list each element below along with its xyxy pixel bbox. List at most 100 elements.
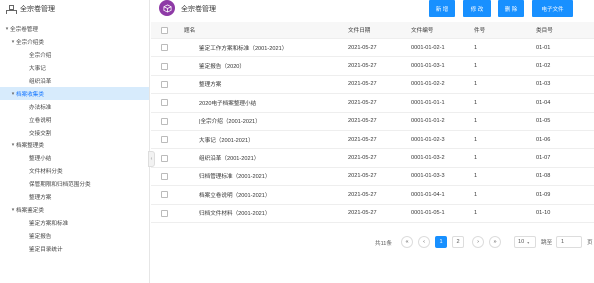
- tree-item-label: 组织沿革: [29, 79, 52, 85]
- row-checkbox[interactable]: [161, 136, 168, 144]
- cell-category-number: 01-08: [536, 173, 551, 180]
- tree-item[interactable]: 大事记: [0, 62, 149, 75]
- next-page-button[interactable]: ›: [472, 236, 484, 248]
- cell-file-number: 0001-01-02-3: [411, 136, 445, 143]
- tree-item-label: 整理小结: [29, 156, 52, 163]
- delete-button[interactable]: 删 除: [498, 0, 524, 17]
- tree-item-label: 交接交割: [29, 130, 52, 137]
- table-header: 题名 文件日期 文件编号 件号 类目号: [151, 22, 594, 39]
- tree-item[interactable]: 鉴定方案和标准: [0, 216, 149, 229]
- cell-item-number: 1: [474, 173, 478, 180]
- cell-item-number: 1: [474, 44, 478, 51]
- cell-date: 2021-05-27: [348, 118, 377, 125]
- cell-file-number: 0001-01-02-1: [411, 44, 445, 51]
- tree-item-label: 整理方案: [29, 195, 52, 202]
- page-1-button[interactable]: 1: [435, 236, 447, 248]
- tree-item-label: 鉴定报告: [29, 233, 52, 240]
- row-checkbox[interactable]: [161, 117, 168, 125]
- cell-file-number: 0001-01-03-3: [411, 173, 445, 180]
- table-row[interactable]: 归档文件材料（2001-2021） 2021-05-27 0001-01-05-1 1…: [151, 205, 594, 223]
- cell-file-number: 0001-01-02-2: [411, 81, 445, 88]
- tree-item[interactable]: 办法标准: [0, 100, 149, 113]
- row-checkbox[interactable]: [161, 191, 168, 199]
- row-checkbox[interactable]: [161, 172, 168, 180]
- cell-category-number: 01-10: [536, 210, 551, 217]
- row-checkbox[interactable]: [161, 209, 168, 217]
- row-checkbox[interactable]: [161, 62, 168, 70]
- chevron-down-icon: ▾: [527, 239, 530, 245]
- tree-item[interactable]: 组织沿革: [0, 75, 149, 88]
- tree-item[interactable]: 立卷说明: [0, 113, 149, 126]
- tree-item[interactable]: 鉴定目录统计: [0, 242, 149, 255]
- tree-item[interactable]: ▾ 档案整理类: [0, 139, 149, 152]
- cell-file-number: 0001-01-01-2: [411, 118, 445, 125]
- cell-item-number: 1: [474, 210, 478, 217]
- cell-date: 2021-05-27: [348, 173, 377, 180]
- cell-file-number: 0001-01-04-1: [411, 191, 445, 198]
- tree-item[interactable]: 鉴定报告: [0, 229, 149, 242]
- tree-item-label: 保管期限和归档范围分类: [29, 182, 91, 189]
- cell-date: 2021-05-27: [348, 136, 377, 143]
- tree-item[interactable]: 保管期限和归档范围分类: [0, 178, 149, 191]
- first-page-button[interactable]: «: [401, 236, 413, 248]
- tree-item[interactable]: ▾ 全宗卷管理: [0, 23, 149, 36]
- last-page-button[interactable]: »: [489, 236, 501, 248]
- cell-date: 2021-05-27: [348, 44, 377, 51]
- row-checkbox[interactable]: [161, 80, 168, 88]
- tree-item[interactable]: 文件材料分类: [0, 165, 149, 178]
- goto-page-input[interactable]: 1: [556, 236, 582, 248]
- main-panel: 全宗卷管理 新 增 修 改 删 除 电子文件 题名 文件日期 文件编号 件号 类…: [151, 0, 594, 283]
- cell-title: 鉴定报告（2020）: [199, 64, 246, 71]
- page-2-button[interactable]: 2: [452, 236, 464, 248]
- table-row[interactable]: 整理方案 2021-05-27 0001-01-02-2 1 01-03: [151, 76, 594, 95]
- cell-title: 2020电子档案整理小结: [199, 100, 257, 107]
- row-checkbox[interactable]: [161, 44, 168, 52]
- tree-item[interactable]: 交接交割: [0, 126, 149, 139]
- column-category-number: 类目号: [536, 28, 553, 34]
- table-row[interactable]: 组织沿革（2001-2021） 2021-05-27 0001-01-03-2 1 01…: [151, 149, 594, 168]
- cell-title: |全宗介绍（2001-2021）: [199, 119, 261, 126]
- prev-page-button[interactable]: ‹: [418, 236, 430, 248]
- cell-category-number: 01-03: [536, 81, 551, 88]
- page-size-select[interactable]: 10 ▾: [514, 236, 536, 248]
- cell-item-number: 1: [474, 191, 478, 198]
- tree-item[interactable]: 全宗介绍: [0, 49, 149, 62]
- cell-date: 2021-05-27: [348, 155, 377, 162]
- cell-date: 2021-05-27: [348, 99, 377, 106]
- cell-title: 鉴定工作方案和标准（2001-2021）: [199, 45, 288, 52]
- table-row[interactable]: 归档管理标准（2001-2021） 2021-05-27 0001-01-03-3 1…: [151, 168, 594, 187]
- tree-item[interactable]: 整理方案: [0, 191, 149, 204]
- tree-item-label: 鉴定方案和标准: [29, 220, 69, 227]
- tree-item-label: 文件材料分类: [29, 169, 63, 176]
- records-table: 题名 文件日期 文件编号 件号 类目号 鉴定工作方案和标准（2001-2021）…: [151, 22, 594, 223]
- table-row[interactable]: 大事记（2001-2021） 2021-05-27 0001-01-02-3 1 01-…: [151, 131, 594, 150]
- edit-button[interactable]: 修 改: [463, 0, 491, 17]
- app-logo: [159, 0, 175, 16]
- tree-item-label: 档案整理类: [16, 143, 44, 150]
- select-all-checkbox[interactable]: [161, 26, 168, 34]
- table-row[interactable]: |全宗介绍（2001-2021） 2021-05-27 0001-01-01-2 1 0…: [151, 113, 594, 131]
- table-row[interactable]: 档案立卷说明（2001-2021） 2021-05-27 0001-01-04-1 1…: [151, 186, 594, 205]
- tree-item[interactable]: ▾ 档案鉴定类: [0, 203, 149, 216]
- cell-date: 2021-05-27: [348, 63, 377, 70]
- cell-file-number: 0001-01-03-1: [411, 63, 445, 70]
- tree-item[interactable]: ▾ 档案收集类: [0, 87, 149, 101]
- hierarchy-icon: [6, 4, 17, 14]
- table-row[interactable]: 鉴定工作方案和标准（2001-2021） 2021-05-27 0001-01-02…: [151, 39, 594, 58]
- cell-file-number: 0001-01-05-1: [411, 210, 445, 217]
- tree-item-label: 立卷说明: [29, 117, 52, 124]
- tree-item[interactable]: 整理小结: [0, 152, 149, 165]
- page-size-value: 10: [518, 239, 525, 245]
- table-row[interactable]: 鉴定报告（2020） 2021-05-27 0001-01-03-1 1 01-02: [151, 57, 594, 76]
- tree-item[interactable]: ▾ 全宗介绍类: [0, 36, 149, 49]
- page-suffix: 页: [587, 240, 593, 246]
- add-button[interactable]: 新 增: [429, 0, 455, 17]
- cell-date: 2021-05-27: [348, 210, 377, 217]
- cell-category-number: 01-05: [536, 118, 551, 125]
- column-item-number: 件号: [474, 28, 486, 34]
- page-title: 全宗卷管理: [181, 6, 216, 13]
- table-row[interactable]: 2020电子档案整理小结 2021-05-27 0001-01-01-1 1 01-04: [151, 94, 594, 113]
- electronic-file-button[interactable]: 电子文件: [532, 0, 573, 17]
- row-checkbox[interactable]: [161, 154, 168, 162]
- row-checkbox[interactable]: [161, 99, 168, 107]
